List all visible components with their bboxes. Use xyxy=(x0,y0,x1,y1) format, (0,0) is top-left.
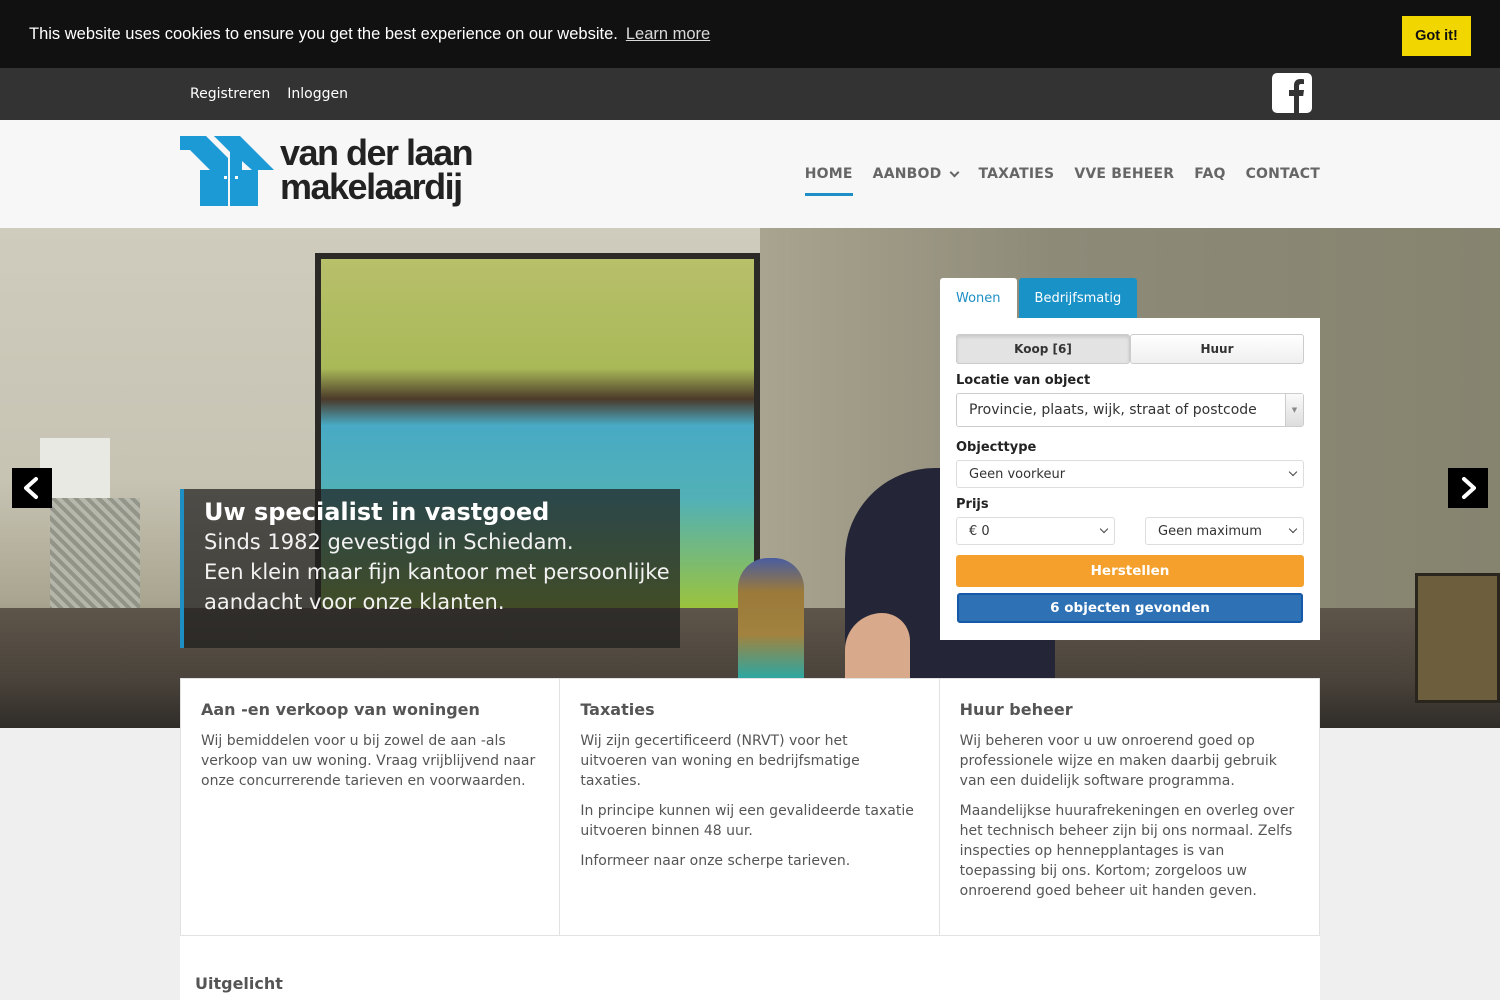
search-panel: Koop [6] Huur Locatie van object Provinc… xyxy=(940,318,1320,640)
objecttype-select[interactable]: Geen voorkeur xyxy=(956,460,1304,488)
cookie-message: This website uses cookies to ensure you … xyxy=(29,24,618,43)
service-card: Huur beheer Wij beheren voor u uw onroer… xyxy=(940,679,1319,935)
featured-section: Uitgelicht xyxy=(180,936,1320,1000)
hero-title: Uw specialist in vastgoed xyxy=(204,498,550,526)
nav-taxaties-label: TAXATIES xyxy=(978,166,1055,182)
objecttype-label: Objecttype xyxy=(956,440,1037,455)
service-text: Wij zijn gecertificeerd (NRVT) voor het … xyxy=(580,733,860,789)
nav-home-label: HOME xyxy=(804,166,853,182)
chevron-left-icon xyxy=(24,477,38,499)
service-text: Informeer naar onze scherpe tarieven. xyxy=(580,853,851,869)
chevron-down-icon xyxy=(1099,524,1109,534)
chevron-down-icon xyxy=(1288,467,1298,477)
tab-wonen[interactable]: Wonen xyxy=(940,278,1017,318)
facebook-icon xyxy=(1289,79,1304,113)
show-results-button[interactable]: 6 objecten gevonden xyxy=(957,593,1303,623)
chevron-right-icon xyxy=(1462,477,1476,499)
hero-description: Een klein maar fijn kantoor met persoonl… xyxy=(204,560,670,614)
hero-photo-cabinet xyxy=(1415,573,1500,703)
services-section: Aan -en verkoop van woningen Wij bemidde… xyxy=(180,678,1320,936)
dropdown-arrow-icon[interactable]: ▼ xyxy=(1285,394,1303,426)
house-logo-icon xyxy=(180,136,274,206)
nav-home[interactable]: HOME xyxy=(804,158,853,196)
location-placeholder: Provincie, plaats, wijk, straat of postc… xyxy=(969,402,1257,418)
hero-subtitle: Sinds 1982 gevestigd in Schiedam. xyxy=(204,530,574,554)
price-range: € 0 Geen maximum xyxy=(956,515,1304,545)
location-label: Locatie van object xyxy=(956,373,1091,388)
nav-contact-label: CONTACT xyxy=(1245,166,1320,182)
service-title: Aan -en verkoop van woningen xyxy=(201,700,480,719)
hero-caption: Uw specialist in vastgoed Sinds 1982 gev… xyxy=(180,489,680,648)
service-title: Taxaties xyxy=(580,700,655,719)
service-text: Wij bemiddelen voor u bij zowel de aan -… xyxy=(201,733,536,789)
main-nav: HOME AANBOD TAXATIES VVE BEHEER FAQ CONT… xyxy=(804,120,1320,228)
nav-aanbod-label: AANBOD xyxy=(872,166,942,182)
slider-next-button[interactable] xyxy=(1448,468,1488,508)
tab-bedrijfsmatig[interactable]: Bedrijfsmatig xyxy=(1018,278,1138,318)
toggle-koop[interactable]: Koop [6] xyxy=(956,334,1130,364)
nav-aanbod[interactable]: AANBOD xyxy=(872,158,960,190)
brand-logo[interactable]: van der laan makelaardij xyxy=(180,132,485,212)
price-max-value: Geen maximum xyxy=(1158,523,1262,539)
login-link[interactable]: Inloggen xyxy=(287,86,348,102)
nav-vve-beheer-label: VVE BEHEER xyxy=(1074,166,1175,182)
price-min-select[interactable]: € 0 xyxy=(956,517,1115,545)
nav-taxaties[interactable]: TAXATIES xyxy=(978,158,1054,190)
service-text: Wij beheren voor u uw onroerend goed op … xyxy=(959,733,1277,789)
search-tabs: Wonen Bedrijfsmatig xyxy=(940,278,1138,318)
service-card: Aan -en verkoop van woningen Wij bemidde… xyxy=(181,679,561,935)
slider-prev-button[interactable] xyxy=(12,468,52,508)
chevron-down-icon xyxy=(950,167,960,177)
facebook-link[interactable] xyxy=(1272,73,1312,113)
service-text: In principe kunnen wij een gevalideerde … xyxy=(580,803,914,839)
objecttype-value: Geen voorkeur xyxy=(969,466,1066,482)
price-min-value: € 0 xyxy=(969,523,990,539)
cookie-accept-button[interactable]: Got it! xyxy=(1402,16,1471,56)
koop-huur-toggle: Koop [6] Huur xyxy=(956,334,1304,364)
featured-title: Uitgelicht xyxy=(195,974,283,993)
service-card: Taxaties Wij zijn gecertificeerd (NRVT) … xyxy=(560,679,940,935)
location-input[interactable]: Provincie, plaats, wijk, straat of postc… xyxy=(956,393,1304,427)
toggle-huur[interactable]: Huur xyxy=(1130,334,1304,364)
account-links: Registreren Inloggen xyxy=(190,68,348,120)
reset-button[interactable]: Herstellen xyxy=(956,555,1304,587)
price-max-select[interactable]: Geen maximum xyxy=(1145,517,1304,545)
learn-more-link[interactable]: Learn more xyxy=(626,25,710,44)
nav-faq-label: FAQ xyxy=(1194,166,1226,182)
register-link[interactable]: Registreren xyxy=(190,86,270,102)
chevron-down-icon xyxy=(1288,524,1298,534)
brand-name: van der laan makelaardij xyxy=(280,132,474,207)
brand-line-2: makelaardij xyxy=(280,166,463,207)
service-text: Maandelijkse huurafrekeningen en overleg… xyxy=(959,803,1295,899)
service-title: Huur beheer xyxy=(959,700,1073,719)
nav-vve-beheer[interactable]: VVE BEHEER xyxy=(1074,158,1174,190)
nav-contact[interactable]: CONTACT xyxy=(1246,158,1320,190)
cookie-banner: This website uses cookies to ensure you … xyxy=(0,0,1500,68)
brand-line-1: van der laan xyxy=(280,132,474,173)
nav-faq[interactable]: FAQ xyxy=(1194,158,1225,190)
price-label: Prijs xyxy=(956,497,989,512)
